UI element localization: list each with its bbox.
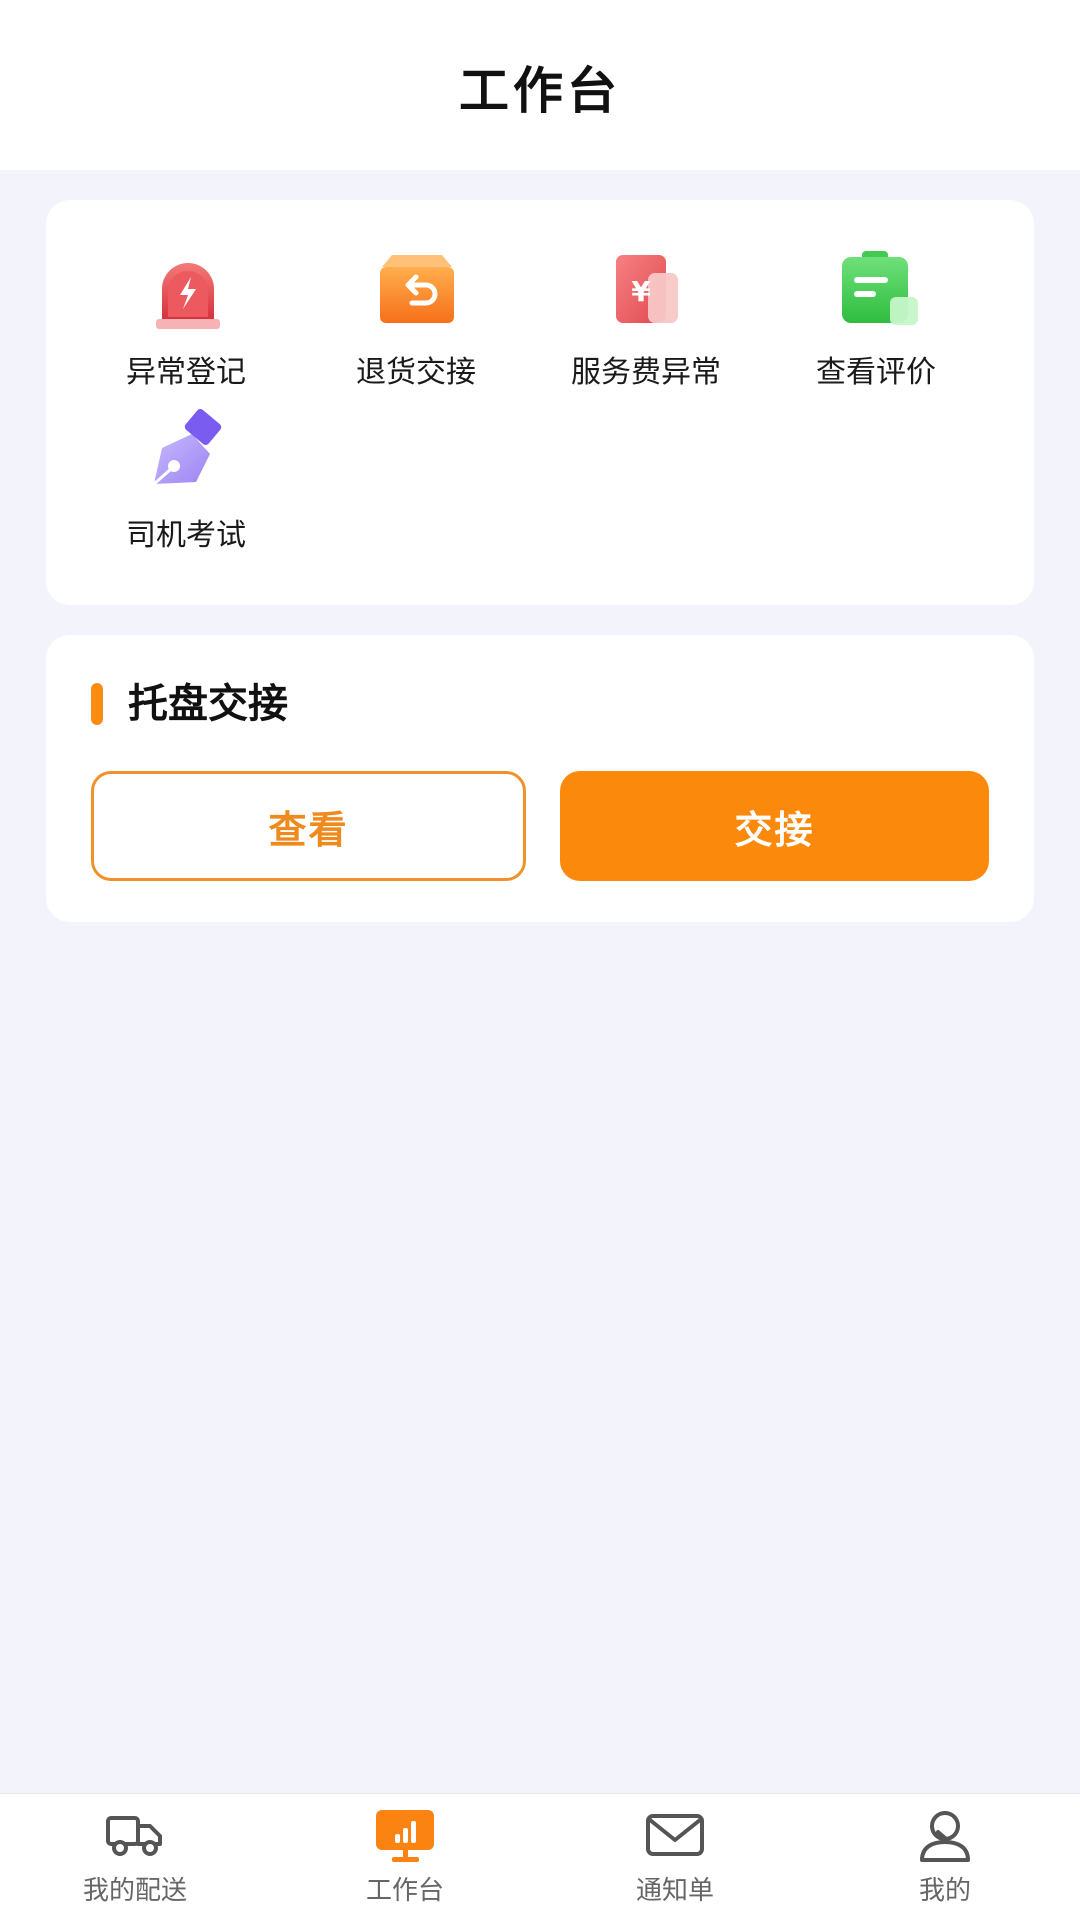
tool-driver-exam[interactable]: 司机考试 bbox=[71, 408, 301, 554]
user-icon bbox=[920, 1811, 970, 1862]
tab-workbench[interactable]: 工作台 bbox=[270, 1794, 540, 1921]
tool-view-reviews[interactable]: 查看评价 bbox=[761, 245, 991, 391]
view-button[interactable]: 查看 bbox=[91, 771, 526, 881]
tab-label: 工作台 bbox=[365, 1876, 444, 1906]
tab-label: 我的 bbox=[918, 1876, 971, 1906]
clipboard-review-icon bbox=[842, 251, 918, 325]
tab-notices[interactable]: 通知单 bbox=[540, 1794, 810, 1921]
alarm-light-icon bbox=[156, 263, 220, 329]
dashboard-icon bbox=[376, 1810, 434, 1862]
tool-exception-register[interactable]: 异常登记 bbox=[71, 245, 301, 391]
mail-icon bbox=[646, 1814, 704, 1856]
tool-label: 异常登记 bbox=[126, 355, 246, 390]
bottom-tab-bar: 我的配送 工作台 通知单 我的 bbox=[0, 1793, 1080, 1921]
tab-mine[interactable]: 我的 bbox=[810, 1794, 1080, 1921]
tool-service-fee-exception[interactable]: ¥ 服务费异常 bbox=[531, 245, 761, 391]
tool-label: 服务费异常 bbox=[571, 355, 721, 390]
tool-label: 司机考试 bbox=[126, 518, 246, 553]
tab-my-delivery[interactable]: 我的配送 bbox=[0, 1794, 270, 1921]
svg-text:¥: ¥ bbox=[631, 275, 651, 308]
page-title: 工作台 bbox=[459, 62, 621, 120]
tool-return-handover[interactable]: 退货交接 bbox=[301, 245, 531, 391]
tab-label: 我的配送 bbox=[82, 1876, 187, 1906]
header: 工作台 bbox=[0, 0, 1080, 170]
yuan-document-icon: ¥ bbox=[616, 255, 678, 323]
pen-nib-icon bbox=[153, 409, 222, 486]
tools-card: 异常登记 退货交接 ¥ 服务费异常 查看评价 司机考试 bbox=[46, 200, 1034, 605]
truck-icon bbox=[106, 1816, 162, 1856]
tool-label: 查看评价 bbox=[816, 355, 936, 390]
tool-label: 退货交接 bbox=[356, 355, 476, 390]
handover-button[interactable]: 交接 bbox=[560, 771, 989, 881]
section-accent-bar bbox=[91, 683, 103, 725]
pallet-handover-card: 托盘交接 查看 交接 bbox=[46, 635, 1034, 922]
return-box-icon bbox=[380, 255, 454, 323]
tab-label: 通知单 bbox=[635, 1876, 714, 1906]
section-title: 托盘交接 bbox=[128, 681, 288, 727]
